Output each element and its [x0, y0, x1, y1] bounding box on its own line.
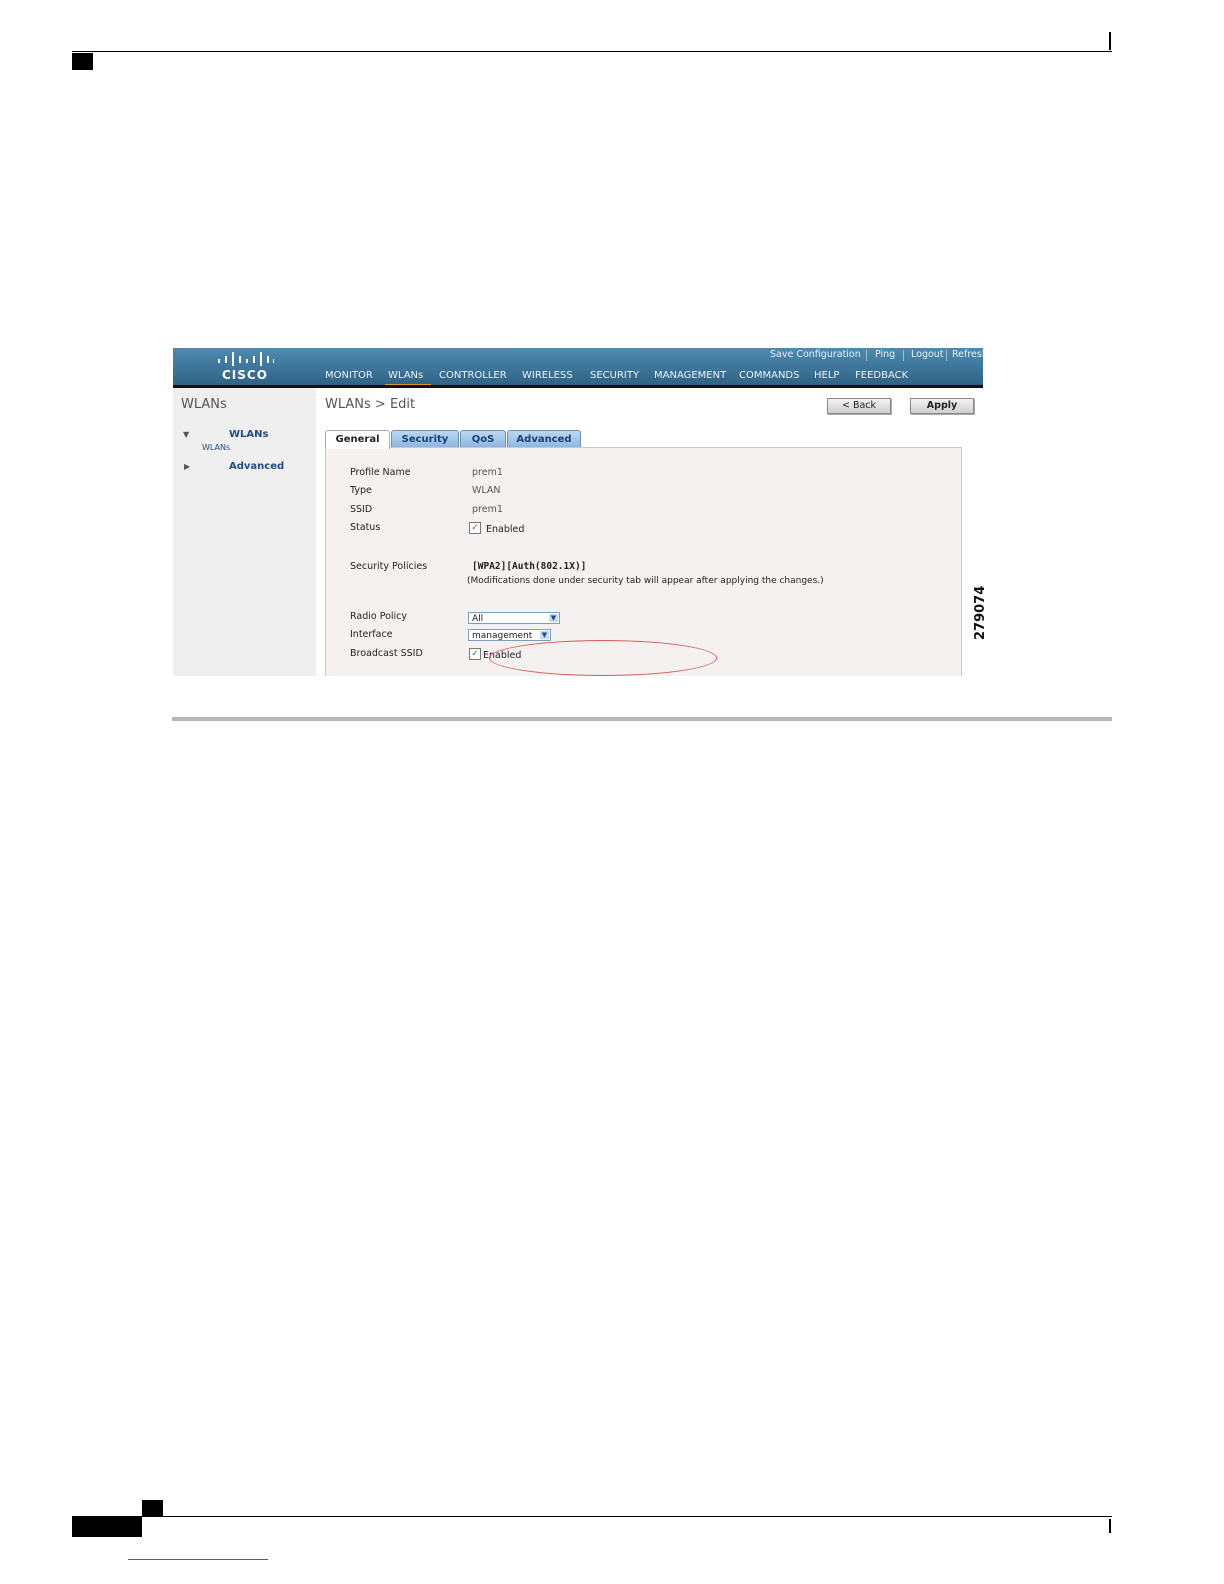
logout-link[interactable]: Logout [911, 349, 944, 360]
sidebar-item-wlans[interactable]: WLANs [229, 429, 268, 440]
nav-commands[interactable]: COMMANDS [739, 370, 799, 381]
nav-management[interactable]: MANAGEMENT [654, 370, 726, 381]
utility-separator [946, 350, 947, 361]
save-configuration-link[interactable]: Save Configuration [770, 349, 861, 360]
nav-monitor[interactable]: MONITOR [325, 370, 373, 381]
profile-name-value: prem1 [472, 467, 503, 478]
header-tick [1109, 32, 1111, 50]
radio-policy-value: All [472, 614, 484, 624]
caret-down-icon[interactable]: ▼ [183, 430, 189, 439]
status-checkbox[interactable]: ✓ [469, 522, 481, 534]
broadcast-ssid-label: Broadcast SSID [350, 648, 423, 659]
ssid-value: prem1 [472, 504, 503, 515]
apply-button[interactable]: Apply [910, 398, 974, 414]
sidebar-item-advanced[interactable]: Advanced [229, 461, 284, 472]
nav-feedback[interactable]: FEEDBACK [855, 370, 908, 381]
interface-select[interactable]: management ▼ [468, 629, 551, 641]
nav-wireless[interactable]: WIRELESS [522, 370, 573, 381]
chevron-down-icon: ▼ [540, 631, 549, 639]
refresh-link[interactable]: Refresh [952, 349, 983, 360]
page-title: WLANs > Edit [325, 397, 416, 412]
status-label: Status [350, 522, 381, 533]
interface-value: management [472, 631, 533, 641]
radio-policy-highlight-oval [489, 640, 717, 676]
sidebar-title: WLANs [181, 397, 227, 412]
tab-qos[interactable]: QoS [460, 430, 506, 448]
cisco-logo-text: CISCO [222, 368, 268, 382]
nav-help[interactable]: HELP [814, 370, 839, 381]
interface-label: Interface [350, 629, 393, 640]
footer-rule [72, 1516, 1112, 1517]
security-policies-value: [WPA2][Auth(802.1X)] [472, 561, 587, 572]
type-value: WLAN [472, 485, 501, 496]
caret-right-icon[interactable]: ▶ [184, 462, 190, 471]
footer-block [72, 1517, 142, 1537]
cisco-logo-icon [218, 352, 274, 366]
wlc-screenshot: CISCO Save Configuration Ping Logout Ref… [173, 348, 983, 676]
radio-policy-label: Radio Policy [350, 611, 408, 622]
utility-separator [866, 350, 867, 361]
footer-tick [1109, 1519, 1111, 1533]
tab-advanced[interactable]: Advanced [507, 430, 581, 448]
figure-id: 279074 [973, 585, 988, 640]
profile-name-label: Profile Name [350, 467, 411, 478]
broadcast-ssid-checkbox[interactable]: ✓ [469, 648, 481, 660]
radio-policy-select[interactable]: All ▼ [468, 612, 560, 624]
nav-security[interactable]: SECURITY [590, 370, 639, 381]
back-button[interactable]: < Back [827, 398, 891, 414]
utility-separator [903, 350, 904, 361]
tab-general[interactable]: General [325, 430, 390, 449]
header-marker [72, 53, 93, 70]
ssid-label: SSID [350, 504, 373, 515]
chevron-down-icon: ▼ [549, 614, 558, 622]
sidebar-subitem-wlans[interactable]: WLANs [202, 443, 230, 452]
footer-marker [142, 1500, 163, 1516]
tab-security[interactable]: Security [391, 430, 459, 448]
figure-rule [172, 717, 1112, 721]
nav-controller[interactable]: CONTROLLER [439, 370, 507, 381]
nav-wlans[interactable]: WLANs [388, 370, 423, 381]
sidebar: WLANs ▼ WLANs WLANs ▶ Advanced [173, 388, 316, 676]
security-policies-note: (Modifications done under security tab w… [467, 576, 824, 586]
header-rule [72, 51, 1112, 52]
type-label: Type [350, 485, 372, 496]
security-policies-label: Security Policies [350, 561, 428, 572]
top-navigation-bar: CISCO Save Configuration Ping Logout Ref… [173, 348, 983, 385]
main-content: WLANs > Edit < Back Apply General Securi… [316, 388, 983, 676]
footer-link-underline[interactable] [128, 1559, 268, 1560]
ping-link[interactable]: Ping [875, 349, 895, 360]
status-enabled-text: Enabled [486, 524, 525, 535]
